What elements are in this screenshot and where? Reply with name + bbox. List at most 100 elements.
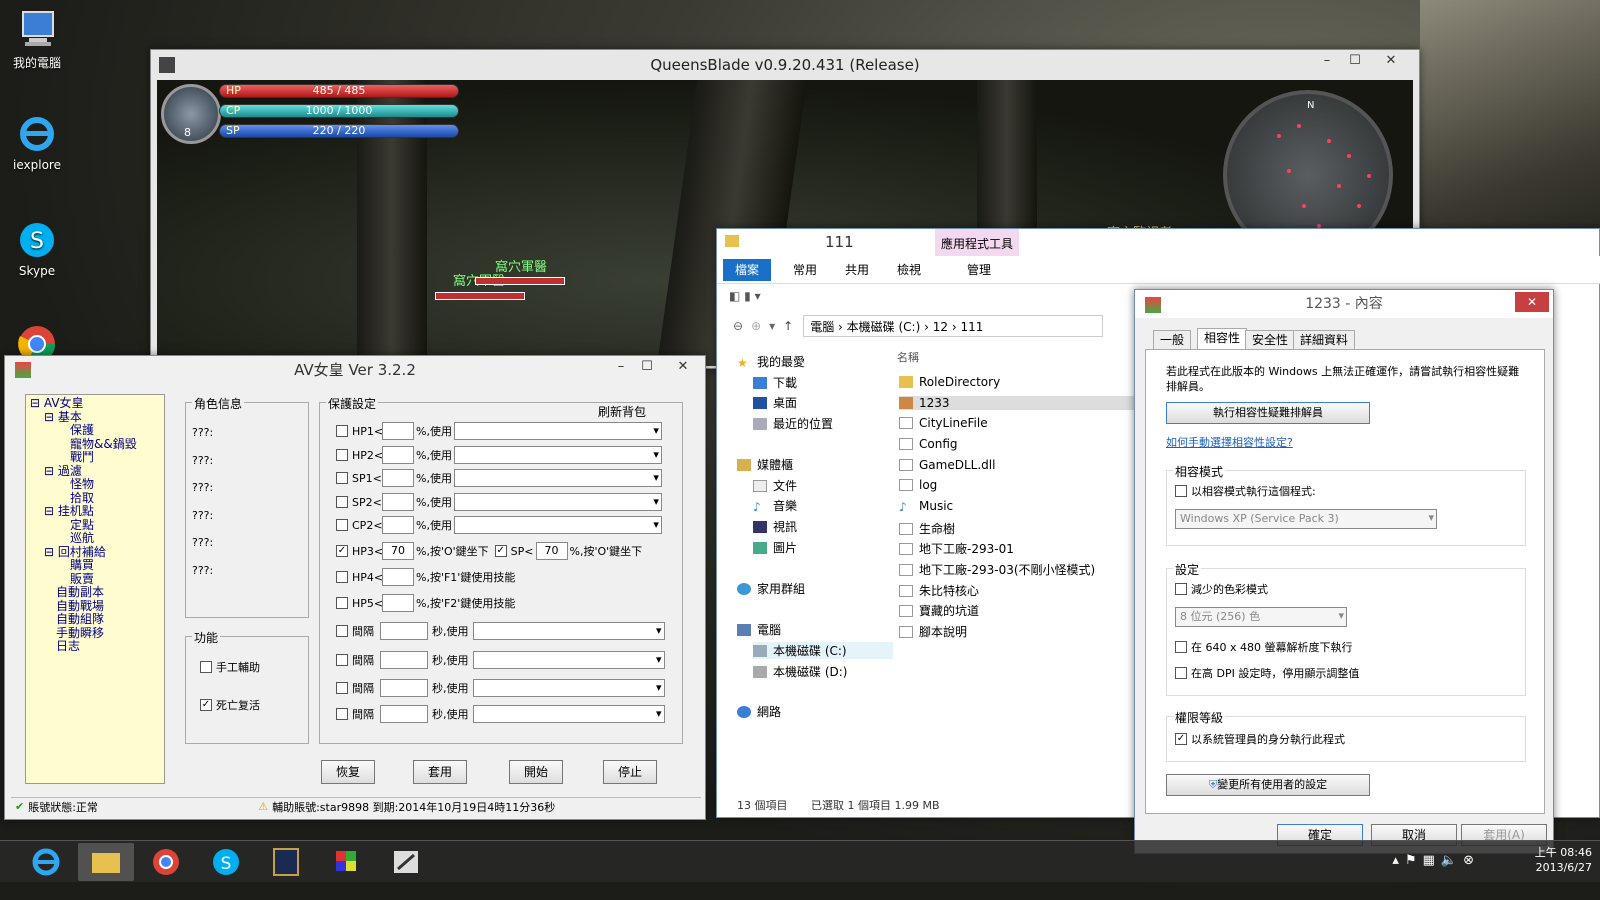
interval-row[interactable]: 間隔 秒,使用 — [336, 621, 665, 641]
taskbar-ie[interactable] — [18, 843, 74, 881]
tab-manage[interactable]: 管理 — [955, 259, 1003, 281]
minimize-button[interactable]: – — [607, 356, 635, 378]
tree-item[interactable]: ⊟ AV女皇 — [30, 396, 160, 411]
interval-row[interactable]: 間隔 秒,使用 — [336, 704, 665, 724]
start-button[interactable]: 開始 — [509, 760, 563, 784]
death-revive-checkbox[interactable]: ✓ 死亡复活 — [200, 695, 260, 715]
close-button[interactable]: ✕ — [1515, 292, 1549, 312]
dpi-checkbox[interactable]: 在高 DPI 設定時，停用顯示調整值 — [1175, 663, 1359, 683]
reduced-color-checkbox[interactable]: 減少的色彩模式 — [1175, 579, 1268, 599]
tab-general[interactable]: 一般 — [1153, 330, 1192, 350]
tree-item[interactable]: ⊟ 挂机點 — [30, 504, 160, 519]
taskbar-game[interactable] — [378, 843, 434, 881]
apply-button[interactable]: 套用 — [413, 760, 467, 784]
launcher-icon — [273, 848, 299, 876]
tab-details[interactable]: 詳細資料 — [1293, 330, 1356, 350]
taskbar-skype[interactable]: S — [198, 843, 254, 881]
run-as-admin-checkbox[interactable]: ✓ 以系統管理員的身分執行此程式 — [1175, 729, 1345, 749]
taskbar-game-launcher[interactable] — [258, 843, 314, 881]
restore-button[interactable]: 恢复 — [321, 760, 375, 784]
desktop-icon-iexplore[interactable]: iexplore — [2, 112, 72, 172]
list-item: 1233 — [899, 396, 1139, 410]
troubleshoot-button[interactable]: 執行相容性疑難排解員 — [1166, 402, 1370, 424]
av-queen-window[interactable]: AV女皇 Ver 3.2.2 – ☐ ✕ ⊟ AV女皇 ⊟ 基本 保護 寵物&&… — [4, 355, 706, 820]
hp5-row[interactable]: HP5< %,按'F2'鍵使用技能 — [336, 593, 515, 613]
navigation-pane[interactable]: ★ 我的最愛 下載 桌面 最近的位置 媒體櫃 文件 ♪ 音樂 視訊 圖片 家用群組 … — [737, 353, 893, 723]
hp2-row[interactable]: HP2< %,使用 — [336, 445, 662, 465]
tab-compatibility[interactable]: 相容性 — [1197, 328, 1248, 350]
refresh-bag-button[interactable]: 刷新背包 — [598, 403, 646, 420]
desktop-icon-computer[interactable]: 我的電腦 — [2, 8, 72, 71]
stop-button[interactable]: 停止 — [603, 760, 657, 784]
interval-row[interactable]: 間隔 秒,使用 — [336, 678, 665, 698]
tree-item[interactable]: 自動戰場 — [30, 599, 160, 614]
maximize-button[interactable]: ☐ — [633, 356, 661, 378]
color-mode-select[interactable]: 8 位元 (256) 色 — [1175, 607, 1347, 627]
list-item: 地下工廠-293-03(不剛小怪模式) — [899, 561, 1095, 578]
breadcrumb[interactable]: 電腦 › 本機磁碟 (C:) › 12 › 111 — [810, 318, 983, 335]
nav-item: 下載 — [753, 374, 797, 391]
taskbar-av-queen[interactable] — [318, 843, 374, 881]
tree-item[interactable]: 手動瞬移 — [30, 626, 160, 641]
app-icon — [159, 57, 175, 73]
change-all-users-button[interactable]: ⛨變更所有使用者的設定 — [1166, 774, 1370, 796]
compat-mode-checkbox[interactable]: Windows XP (Service Pack 3)以相容模式執行這個程式: — [1175, 481, 1316, 501]
file-list[interactable]: RoleDirectory 1233 CityLineFile Config G… — [899, 375, 1139, 645]
protect-settings-group: 保護設定 刷新背包 HP1<%,使用 HP2<%,使用 SP1<%,使用 SP2… — [319, 395, 683, 744]
tree-item[interactable]: 寵物&&鍋毀 — [30, 437, 160, 452]
taskbar-explorer[interactable] — [78, 843, 134, 881]
function-tree[interactable]: ⊟ AV女皇 ⊟ 基本 保護 寵物&&鍋毀 戰鬥 ⊟ 過濾 怪物 拾取 ⊟ 挂机… — [25, 394, 165, 784]
clock[interactable]: 上午 08:46 2013/6/27 — [1535, 845, 1592, 875]
hp4-row[interactable]: HP4< %,按'F1'鍵使用技能 — [336, 567, 515, 587]
tree-item[interactable]: 自動組隊 — [30, 612, 160, 627]
sp2-row[interactable]: SP2< %,使用 — [336, 492, 662, 512]
properties-dialog[interactable]: 1233 - 內容 ✕ 一般 相容性 安全性 詳細資料 若此程式在此版本的 Wi… — [1134, 289, 1554, 854]
back-icon[interactable]: ⊖ — [733, 319, 743, 333]
minimize-button[interactable]: – — [1313, 50, 1341, 72]
tree-item[interactable]: 日志 — [30, 639, 160, 654]
up-icon[interactable]: ↑ — [783, 319, 793, 333]
tree-item[interactable]: ⊟ 回村補給 — [30, 545, 160, 560]
player-avatar: 8 — [161, 84, 221, 144]
check-icon: ✔ — [15, 800, 25, 813]
close-button[interactable]: ✕ — [1377, 50, 1405, 72]
nav-item: 電腦 — [737, 621, 781, 638]
chrome-icon — [153, 849, 179, 875]
tree-item[interactable]: 怪物 — [30, 477, 160, 492]
quick-access-toolbar[interactable]: ◧ ▮ ▾ — [729, 289, 761, 303]
nav-item: 桌面 — [753, 394, 797, 411]
tab-share[interactable]: 共用 — [833, 259, 881, 281]
tray-icons[interactable]: ▴⚑▦🔈⊗ — [1392, 853, 1480, 868]
tree-item[interactable]: 定點 — [30, 518, 160, 533]
hp1-row[interactable]: HP1< %,使用 — [336, 421, 662, 441]
hp3-row[interactable]: ✓ HP3< 70 %,按'O'鍵坐下 ✓ SP< 70 %,按'O'鍵坐下 — [336, 541, 642, 561]
forward-icon[interactable]: ⊕ — [751, 319, 761, 333]
close-button[interactable]: ✕ — [669, 356, 697, 378]
desktop-icon-skype[interactable]: S Skype — [2, 218, 72, 278]
tree-item[interactable]: 購買 — [30, 558, 160, 573]
tab-security[interactable]: 安全性 — [1245, 330, 1296, 350]
manual-compat-link[interactable]: 如何手動選擇相容性設定? — [1166, 434, 1293, 450]
column-header-name[interactable]: 名稱 — [897, 349, 919, 365]
recent-dropdown-icon[interactable]: ▾ — [769, 319, 775, 333]
tree-item[interactable]: ⊟ 基本 — [30, 410, 160, 425]
cp2-row[interactable]: CP2< %,使用 — [336, 515, 662, 535]
tree-item[interactable]: 自動副本 — [30, 585, 160, 600]
flag-icon: ⚑ — [1404, 853, 1423, 868]
tree-item[interactable]: ⊟ 過濾 — [30, 464, 160, 479]
res-640-checkbox[interactable]: 在 640 x 480 螢幕解析度下執行 — [1175, 637, 1353, 657]
tree-item[interactable]: 保護 — [30, 423, 160, 438]
manual-assist-checkbox[interactable]: 手工輔助 — [200, 657, 260, 677]
tree-item[interactable]: 拾取 — [30, 491, 160, 506]
tab-home[interactable]: 常用 — [781, 259, 829, 281]
tab-view[interactable]: 檢視 — [885, 259, 933, 281]
sp1-row[interactable]: SP1< %,使用 — [336, 468, 662, 488]
taskbar-chrome[interactable] — [138, 843, 194, 881]
tab-file[interactable]: 檔案 — [723, 259, 772, 281]
tree-item[interactable]: 販賣 — [30, 572, 160, 587]
maximize-button[interactable]: ☐ — [1341, 50, 1369, 72]
interval-row[interactable]: 間隔 秒,使用 — [336, 650, 665, 670]
compat-os-select[interactable]: Windows XP (Service Pack 3) — [1175, 509, 1437, 529]
tree-item[interactable]: 戰鬥 — [30, 450, 160, 465]
tree-item[interactable]: 巡航 — [30, 531, 160, 546]
